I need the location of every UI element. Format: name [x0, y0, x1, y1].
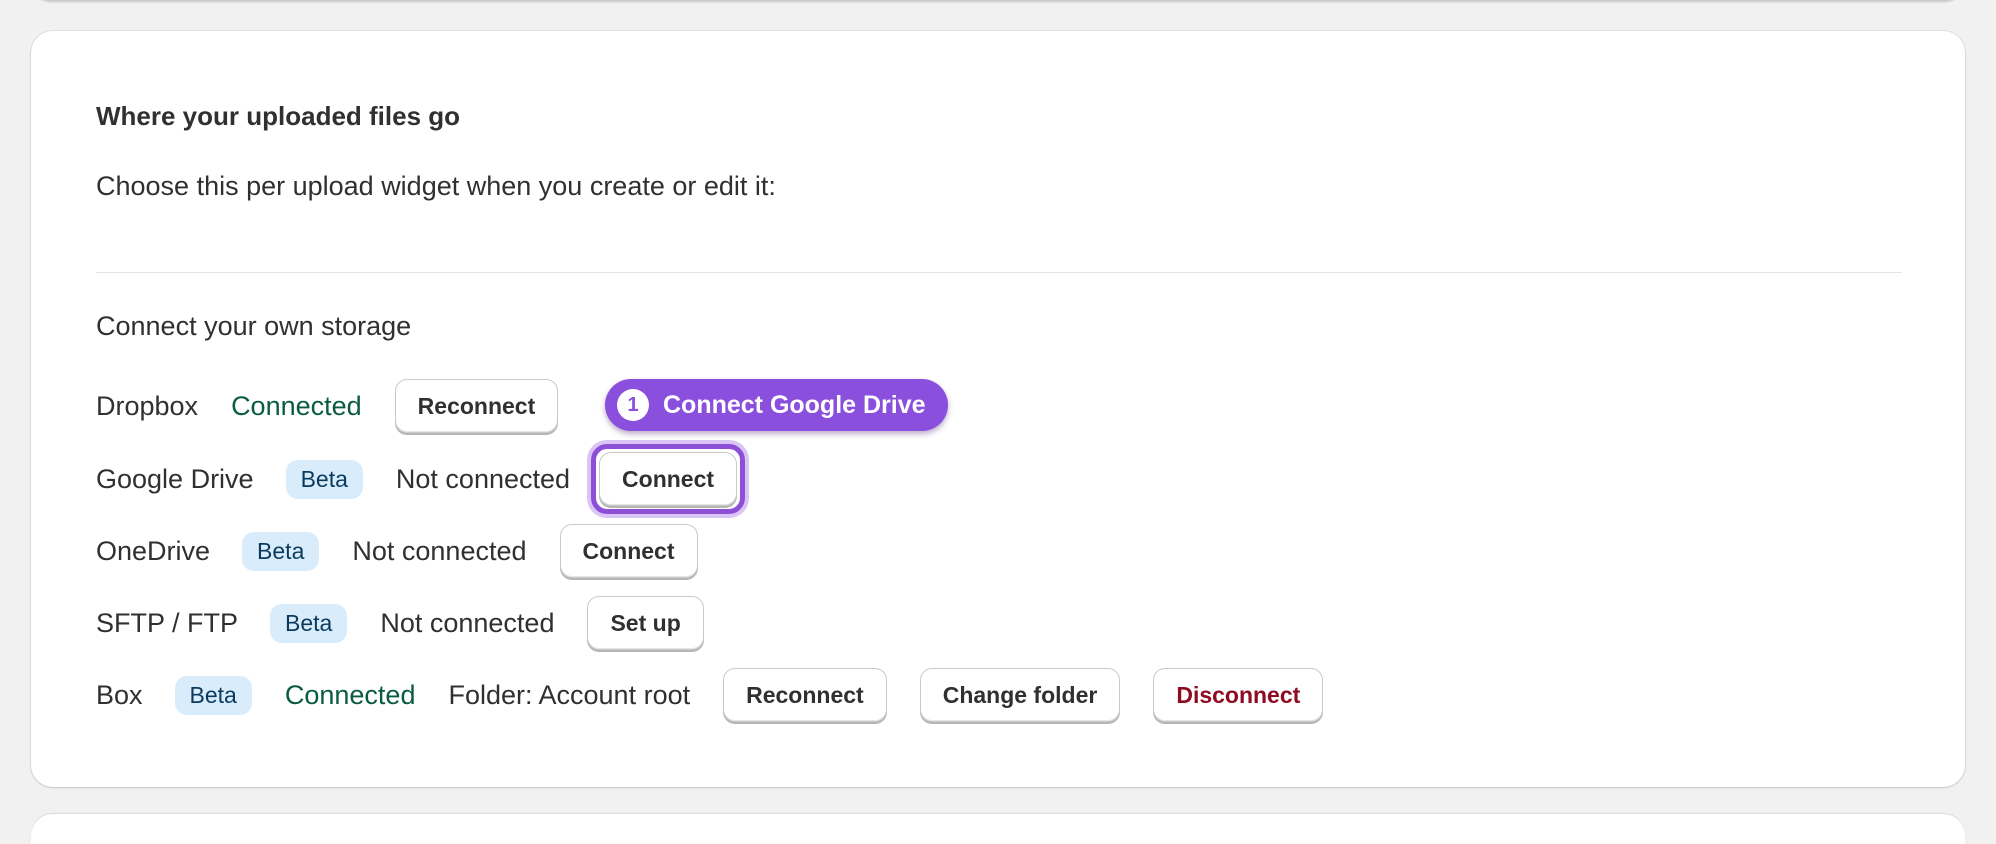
- beta-badge: Beta: [174, 675, 252, 715]
- beta-badge: Beta: [242, 531, 320, 571]
- provider-name: Box: [96, 679, 143, 710]
- provider-name: Google Drive: [96, 463, 254, 494]
- change-folder-button[interactable]: Change folder: [919, 668, 1121, 722]
- provider-row-box: Box Beta Connected Folder: Account root …: [96, 668, 1324, 722]
- folder-label: Folder: Account root: [448, 679, 691, 710]
- storage-section-title: Connect your own storage: [96, 311, 412, 341]
- provider-row-dropbox: Dropbox Connected Reconnect: [96, 379, 559, 433]
- beta-badge: Beta: [270, 603, 348, 643]
- section-description: Choose this per upload widget when you c…: [96, 171, 776, 201]
- provider-name: SFTP / FTP: [96, 607, 239, 638]
- reconnect-box-button[interactable]: Reconnect: [723, 668, 887, 722]
- reconnect-dropbox-button[interactable]: Reconnect: [394, 379, 559, 433]
- highlight-ring: Connect: [591, 444, 746, 514]
- next-card-edge: [31, 814, 1965, 844]
- provider-name: OneDrive: [96, 535, 211, 566]
- provider-row-onedrive: OneDrive Beta Not connected Connect: [96, 524, 698, 578]
- beta-badge: Beta: [285, 459, 363, 499]
- connection-status: Connected: [284, 679, 416, 710]
- provider-row-sftp: SFTP / FTP Beta Not connected Set up: [96, 596, 704, 650]
- disconnect-box-button[interactable]: Disconnect: [1153, 668, 1324, 722]
- connect-onedrive-button[interactable]: Connect: [559, 524, 698, 578]
- connect-google-drive-button[interactable]: Connect: [599, 452, 738, 506]
- connection-status: Not connected: [395, 463, 571, 494]
- connection-status: Not connected: [380, 607, 555, 638]
- step-number-badge: 1: [617, 389, 649, 421]
- provider-row-google-drive: Google Drive Beta Not connected Connect: [96, 444, 746, 514]
- tour-step-callout[interactable]: 1 Connect Google Drive: [605, 379, 948, 431]
- set-up-sftp-button[interactable]: Set up: [587, 596, 704, 650]
- connection-status: Connected: [231, 390, 362, 421]
- provider-name: Dropbox: [96, 390, 199, 421]
- connection-status: Not connected: [352, 535, 527, 566]
- section-heading: Where your uploaded files go: [96, 101, 461, 131]
- storage-settings-card: Where your uploaded files go Choose this…: [31, 31, 1965, 787]
- section-divider: [96, 272, 1902, 273]
- callout-label: Connect Google Drive: [663, 390, 926, 419]
